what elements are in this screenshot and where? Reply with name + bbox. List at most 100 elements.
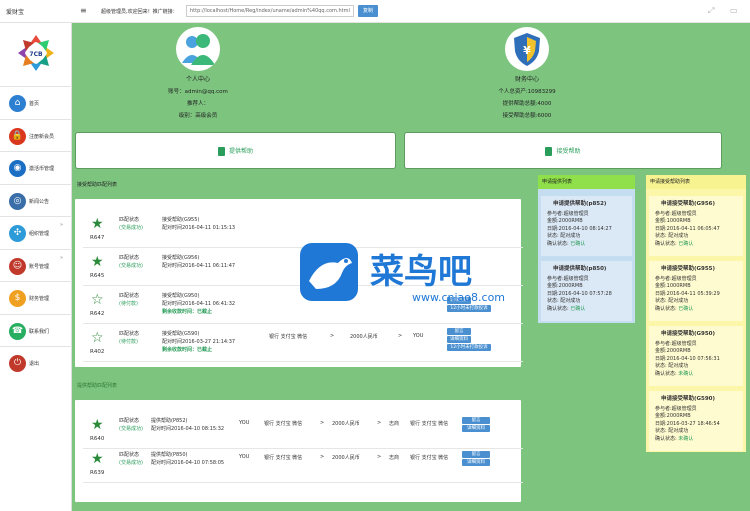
apply-title: 申请接受帮助(G956) — [661, 201, 716, 207]
fullscreen-icon[interactable]: ⤢ — [708, 6, 714, 16]
receive-help-button[interactable]: 接受帮助 — [404, 132, 722, 169]
hand-coin-icon — [545, 147, 553, 156]
apply-confirm: 确认状态: 未确认 — [655, 435, 694, 442]
personal-center: 个人中心 账号：admin@qq.com 推荐人： 级别：高级会员 — [138, 27, 258, 119]
users-icon: ☺ — [9, 257, 26, 275]
amount: 2000人民币 — [332, 421, 360, 427]
match-info: 接受帮助(G950) 配对时间2016-04-11 06:41:32 剩余收款时间：… — [162, 293, 236, 315]
apply-date: 日期:2016-03-27 18:46:54 — [655, 420, 720, 427]
apply-user: 参与者:超级管理员 — [547, 210, 589, 217]
power-icon: ⏻ — [9, 355, 26, 372]
apply-amount: 金额:2000RMB — [547, 218, 583, 224]
apply-user: 参与者:超级管理员 — [655, 405, 697, 412]
contact-icon: ☎ — [9, 322, 26, 340]
match-status: 匹配状态 (待付款) — [119, 293, 140, 307]
arrow: > — [377, 454, 382, 460]
provide-match-title: 提供帮助匹配列表 — [77, 383, 118, 389]
arrow: > — [330, 333, 335, 339]
globe-icon: ◉ — [9, 160, 26, 177]
wallet-icon — [217, 147, 225, 156]
window-icon[interactable]: ▭ — [730, 6, 738, 15]
watermark-title: 菜鸟吧 — [370, 252, 472, 292]
row-action-button[interactable]: 留言 — [462, 451, 490, 458]
receive-apply-panel: 申请接受帮助列表 申请接受帮助(G956) 参与者:超级管理员 金额:1000RMB… — [646, 175, 746, 452]
sidebar-item-0[interactable]: ⌂ 首页 — [0, 86, 72, 119]
apply-confirm: 确认状态: 已确认 — [655, 240, 694, 247]
star-icon: ★ — [91, 216, 104, 232]
apply-confirm: 确认状态: 已确认 — [655, 305, 694, 312]
welcome-text: 超级管理员,欢迎回来！推广链接： — [101, 9, 178, 15]
top-bar: 爱财宝 ≡ 超级管理员,欢迎回来！推广链接： http://localhost/… — [0, 0, 750, 23]
row-action-button[interactable]: 详细资料 — [447, 336, 471, 343]
provide-help-button[interactable]: 提供帮助 — [75, 132, 396, 169]
row-action-button[interactable]: 12小时未打款投诉 — [447, 344, 491, 351]
received-total-text: 接受帮助总额:6000 — [502, 113, 552, 119]
logo: 7CB — [18, 35, 54, 71]
apply-state: 状态: 配对成功 — [655, 428, 689, 434]
referral-url-field[interactable]: http://localhost/Home/Reg/index/uname/ad… — [186, 5, 354, 17]
star-icon: ★ — [91, 417, 104, 433]
account-text: 账号：admin@qq.com — [168, 89, 228, 95]
sidebar-item-6[interactable]: $ 财务管理 — [0, 281, 72, 314]
apply-title: 申请接受帮助(G955) — [661, 266, 716, 272]
match-status: 匹配状态 (交易成功) — [119, 255, 143, 269]
match-status: 匹配状态 (交易成功) — [119, 452, 143, 466]
match-status: 匹配状态 (待付款) — [119, 331, 140, 345]
payment-methods: 银行 支付宝 微信 — [264, 421, 303, 427]
payment-methods: 银行 支付宝 微信 — [269, 334, 308, 340]
apply-date: 日期:2016-04-10 08:14:27 — [547, 225, 612, 232]
sidebar-item-label: 账号管理 — [29, 263, 50, 270]
lock-icon: 🔒 — [9, 127, 26, 145]
row-action-button[interactable]: 详细资料 — [462, 459, 490, 466]
apply-amount: 金额:2000RMB — [655, 348, 691, 354]
main-content: 个人中心 账号：admin@qq.com 推荐人： 级别：高级会员 ¥ 财务中心… — [72, 23, 750, 511]
apply-state: 状态: 配对成功 — [655, 298, 689, 304]
finance-center: ¥ 财务中心 个人总资产:10983299 提供帮助总额:4000 接受帮助总额… — [467, 27, 587, 119]
apply-date: 日期:2016-04-11 05:39:29 — [655, 290, 720, 297]
star-icon: ★ — [91, 451, 104, 467]
recipient-payment: 银行 支付宝 微信 — [410, 455, 449, 461]
table-row: ★ R640 匹配状态 (交易成功) 提供帮助(P852) 配对时间2016-04-10 … — [83, 414, 523, 449]
provide-apply-title: 申请提供列表 — [538, 175, 635, 189]
sidebar-item-label: 首页 — [29, 101, 40, 107]
apply-state: 状态: 配对成功 — [655, 363, 689, 369]
apply-user: 参与者:超级管理员 — [655, 210, 697, 217]
apply-card: 申请接受帮助(G590) 参与者:超级管理员 金额:2000RMB 日期:2016-0… — [649, 391, 743, 451]
apply-card: 申请接受帮助(G956) 参与者:超级管理员 金额:1000RMB 日期:2016-0… — [649, 196, 743, 256]
sidebar-item-5[interactable]: ☺ 账号管理 » — [0, 248, 72, 282]
recipient: YOU — [413, 333, 424, 339]
row-action-button[interactable]: 留言 — [447, 328, 471, 335]
provide-help-label: 提供帮助 — [228, 148, 253, 155]
watermark-url: www.cniao8.com — [412, 291, 505, 304]
svg-text:¥: ¥ — [523, 44, 531, 57]
copy-button[interactable]: 复制 — [358, 5, 378, 17]
sidebar-item-7[interactable]: ☎ 联系我们 — [0, 313, 72, 347]
apply-confirm: 确认状态: 未确认 — [655, 370, 694, 377]
sidebar-item-label: 新闻公告 — [29, 198, 50, 205]
apply-user: 参与者:超级管理员 — [655, 340, 697, 347]
match-status: 匹配状态 (交易成功) — [119, 217, 143, 231]
apply-title: 申请提供帮助(p852) — [553, 201, 607, 207]
sidebar-item-4[interactable]: ✣ 组织管理 » — [0, 216, 72, 249]
referrer-text: 推荐人： — [186, 101, 209, 107]
apply-card: 申请接受帮助(G950) 参与者:超级管理员 金额:2000RMB 日期:2016-0… — [649, 326, 743, 386]
arrow: > — [377, 420, 382, 426]
sidebar-item-label: 激活币管理 — [29, 166, 55, 172]
sidebar-item-8[interactable]: ⏻ 退出 — [0, 346, 72, 379]
sidebar-item-label: 联系我们 — [29, 328, 50, 335]
menu-toggle-icon[interactable]: ≡ — [80, 6, 87, 15]
sidebar-item-3[interactable]: ◎ 新闻公告 — [0, 183, 72, 217]
sender: YOU — [239, 420, 250, 426]
dollar-icon: $ — [9, 290, 26, 307]
recipient: 志商 — [389, 421, 400, 427]
row-action-button[interactable]: 详细资料 — [462, 425, 490, 432]
match-info: 提供帮助(P852) 配对时间2016-04-10 08:15:32 — [151, 418, 225, 432]
star-icon: ★ — [91, 254, 104, 270]
sidebar-item-1[interactable]: 🔒 注册新会员 — [0, 118, 72, 152]
apply-state: 状态: 配对成功 — [655, 233, 689, 239]
row-action-button[interactable]: 留言 — [462, 417, 490, 424]
sidebar-item-2[interactable]: ◉ 激活币管理 — [0, 151, 72, 184]
payment-methods: 银行 支付宝 微信 — [264, 455, 303, 461]
network-icon: ✣ — [9, 225, 26, 242]
apply-amount: 金额:1000RMB — [655, 218, 691, 224]
